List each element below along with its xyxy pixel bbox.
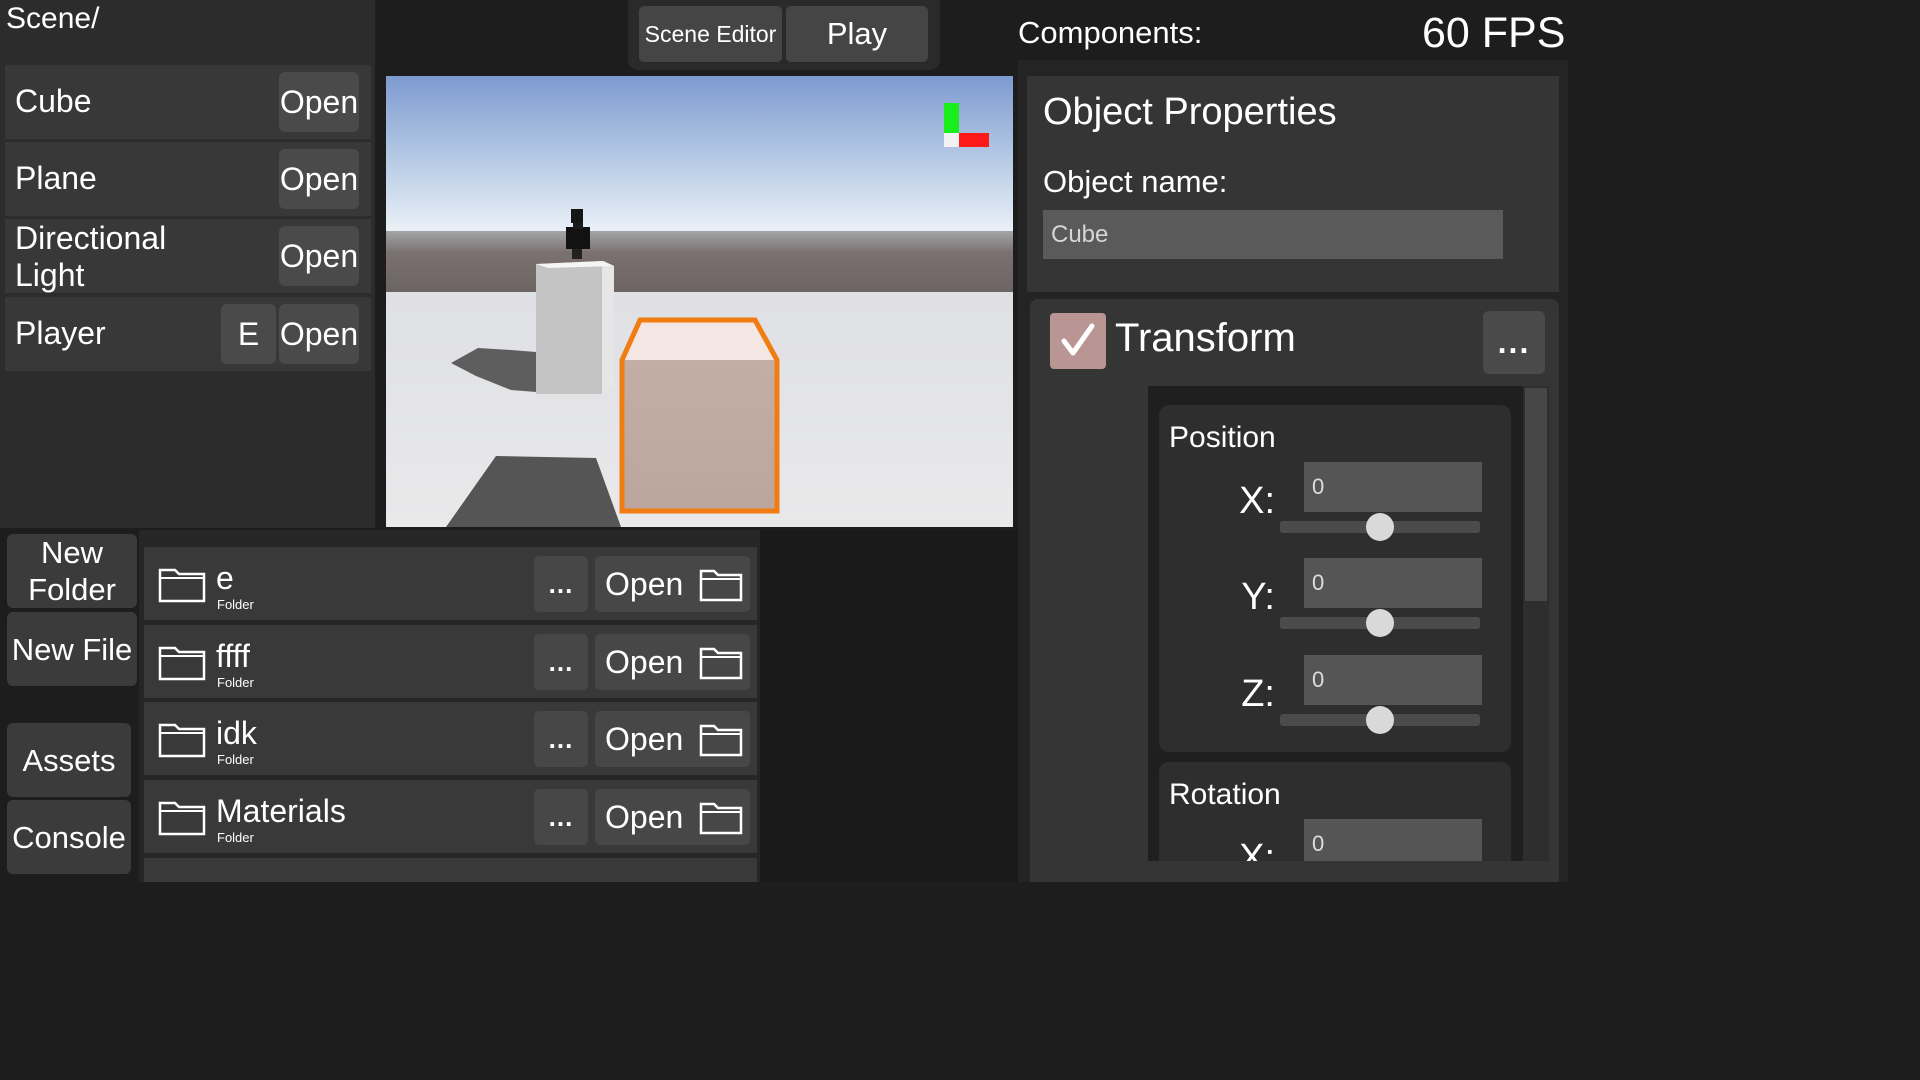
folder-open-icon <box>699 569 743 602</box>
position-x-label: X: <box>1239 480 1275 522</box>
transform-fields-scrollview[interactable]: Position X: 0 Y: 0 Z: 0 Rotation X: 0 <box>1148 386 1523 861</box>
folder-open-icon <box>699 802 743 835</box>
hierarchy-panel: Scene/ Cube Open Plane Open Directional … <box>0 0 375 528</box>
transform-title: Transform <box>1115 316 1296 360</box>
open-folder-button[interactable]: Open <box>595 634 750 690</box>
file-type: Folder <box>217 830 254 845</box>
fps-counter: 60 FPS <box>1422 9 1566 57</box>
file-name: idk <box>216 715 257 751</box>
position-y-field[interactable]: 0 <box>1304 558 1482 608</box>
console-button[interactable]: Console <box>7 800 131 874</box>
position-z-field[interactable]: 0 <box>1304 655 1482 705</box>
new-file-button[interactable]: New File <box>7 612 137 686</box>
horizon <box>386 231 1013 293</box>
folder-open-icon <box>699 647 743 680</box>
hierarchy-item-label: Player <box>15 315 106 351</box>
open-folder-label: Open <box>605 721 684 757</box>
folder-icon <box>158 568 206 603</box>
file-menu-button[interactable]: ... <box>534 634 588 690</box>
object-properties-title: Object Properties <box>1043 91 1337 133</box>
hierarchy-item-label: Plane <box>15 160 97 196</box>
position-title: Position <box>1169 421 1276 454</box>
open-button[interactable]: Open <box>279 72 359 132</box>
file-menu-button[interactable]: ... <box>534 556 588 612</box>
edit-button[interactable]: E <box>221 304 276 364</box>
selected-cube-top <box>622 320 777 360</box>
position-y-label: Y: <box>1241 576 1275 618</box>
open-folder-button[interactable]: Open <box>595 711 750 767</box>
rotation-x-field[interactable]: 0 <box>1304 819 1482 861</box>
mode-toolbar: Scene Editor Play <box>628 0 940 70</box>
file-menu-button[interactable]: ... <box>534 789 588 845</box>
axis-gizmo-y <box>944 103 959 133</box>
transform-menu-button[interactable]: ... <box>1483 311 1545 374</box>
hierarchy-item-player[interactable]: Player E Open <box>5 297 371 371</box>
file-type: Folder <box>217 597 254 612</box>
folder-icon <box>158 801 206 836</box>
hierarchy-item-cube[interactable]: Cube Open <box>5 65 371 139</box>
open-folder-button[interactable]: Open <box>595 556 750 612</box>
position-x-slider-handle[interactable] <box>1366 513 1394 541</box>
position-card: Position X: 0 Y: 0 Z: 0 <box>1159 405 1511 752</box>
file-name: e <box>216 560 234 596</box>
play-button[interactable]: Play <box>786 6 928 62</box>
file-row[interactable]: idk Folder ... Open <box>144 702 757 775</box>
player-body <box>566 227 590 249</box>
open-button[interactable]: Open <box>279 226 359 286</box>
new-folder-button[interactable]: New Folder <box>7 534 137 608</box>
open-folder-label: Open <box>605 644 684 680</box>
position-x-field[interactable]: 0 <box>1304 462 1482 512</box>
file-row[interactable]: Materials Folder ... Open <box>144 780 757 853</box>
scene-render <box>386 76 1013 527</box>
object-name-field[interactable]: Cube <box>1043 210 1503 259</box>
transform-enabled-checkbox[interactable] <box>1050 313 1106 369</box>
file-row-partial[interactable] <box>144 858 757 882</box>
hierarchy-item-label: Directional Light <box>15 220 167 293</box>
sky <box>386 76 1013 236</box>
empty-area <box>760 530 1018 882</box>
scene-editor-button[interactable]: Scene Editor <box>639 6 782 62</box>
file-type: Folder <box>217 752 254 767</box>
position-z-slider-handle[interactable] <box>1366 706 1394 734</box>
open-button[interactable]: Open <box>279 149 359 209</box>
checkmark-icon <box>1061 323 1095 356</box>
assets-button[interactable]: Assets <box>7 723 131 797</box>
rotation-x-label: X: <box>1239 837 1275 861</box>
axis-gizmo-x <box>959 133 989 147</box>
folder-icon <box>158 723 206 758</box>
hierarchy-path: Scene/ <box>6 2 100 35</box>
scene-viewport[interactable] <box>386 76 1013 527</box>
position-y-slider-handle[interactable] <box>1366 609 1394 637</box>
hierarchy-item-directional-light[interactable]: Directional Light Open <box>5 219 371 293</box>
hierarchy-item-label: Cube <box>15 83 92 119</box>
selected-cube <box>622 360 777 510</box>
open-folder-button[interactable]: Open <box>595 789 750 845</box>
position-z-label: Z: <box>1241 673 1275 715</box>
file-row[interactable]: ffff Folder ... Open <box>144 625 757 698</box>
file-row[interactable]: e Folder ... Open <box>144 547 757 620</box>
object-name-label: Object name: <box>1043 164 1228 199</box>
rotation-card: Rotation X: 0 <box>1159 762 1511 861</box>
file-name: ffff <box>216 638 250 674</box>
file-type: Folder <box>217 675 254 690</box>
folder-open-icon <box>699 724 743 757</box>
components-title: Components: <box>1018 15 1203 50</box>
open-folder-label: Open <box>605 566 684 602</box>
open-folder-label: Open <box>605 799 684 835</box>
file-name: Materials <box>216 793 346 829</box>
player-head <box>571 209 583 223</box>
folder-icon <box>158 646 206 681</box>
rotation-title: Rotation <box>1169 778 1281 811</box>
open-button[interactable]: Open <box>279 304 359 364</box>
transform-scrollbar-thumb[interactable] <box>1525 388 1547 601</box>
file-menu-button[interactable]: ... <box>534 711 588 767</box>
file-browser[interactable]: e Folder ... Open ffff Folder ... Open i… <box>139 530 760 882</box>
hierarchy-item-plane[interactable]: Plane Open <box>5 142 371 216</box>
